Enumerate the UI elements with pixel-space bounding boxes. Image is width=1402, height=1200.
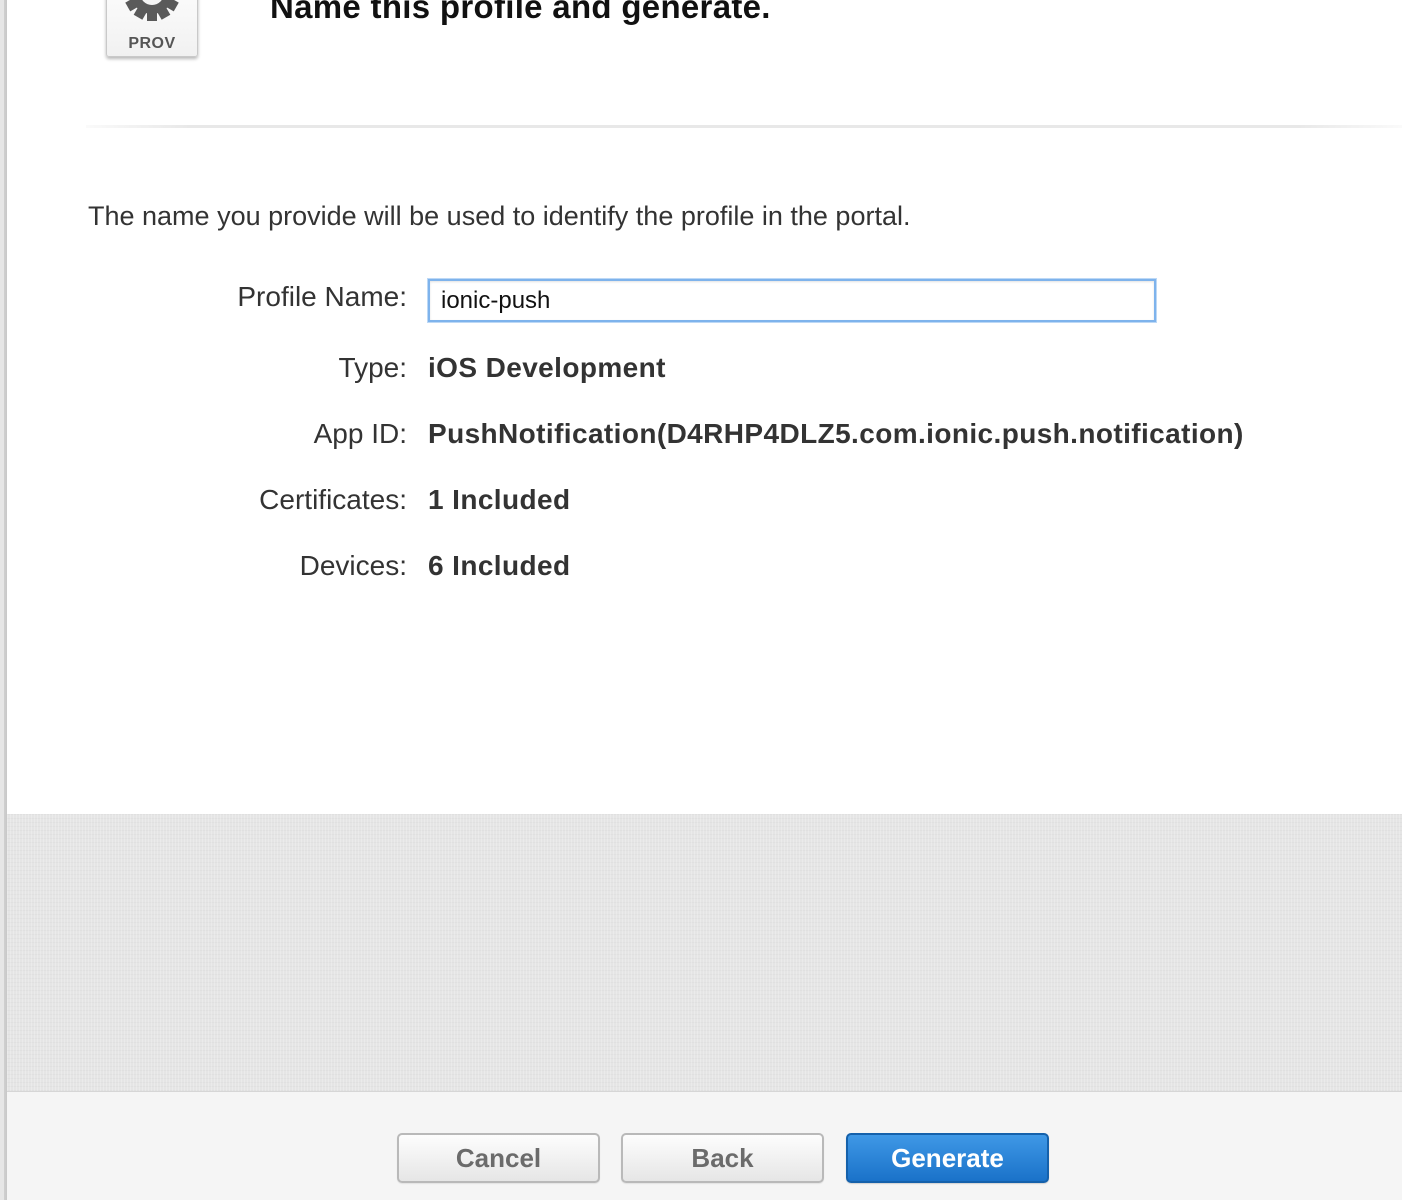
profile-name-description: The name you provide will be used to ide… — [88, 201, 911, 231]
profile-name-input[interactable] — [428, 279, 1156, 322]
certificates-value: 1 Included — [428, 484, 571, 515]
gear-icon — [125, 0, 179, 21]
content-spacer-band — [7, 814, 1402, 1091]
devices-value: 6 Included — [428, 550, 571, 581]
generate-button[interactable]: Generate — [846, 1133, 1049, 1183]
cancel-button[interactable]: Cancel — [397, 1133, 600, 1183]
app-id-label: App ID: — [313, 418, 407, 449]
devices-label: Devices: — [299, 550, 407, 581]
prov-badge-label: PROV — [128, 35, 176, 52]
type-label: Type: — [338, 352, 407, 383]
certificates-label: Certificates: — [259, 484, 407, 515]
left-border — [0, 0, 7, 1200]
page-title: Name this profile and generate. — [270, 0, 771, 25]
app-id-value: PushNotification(D4RHP4DLZ5.com.ionic.pu… — [428, 418, 1244, 449]
profile-name-label: Profile Name: — [237, 281, 407, 312]
type-value: iOS Development — [428, 352, 666, 383]
generate-profile-page: PROV Name this profile and generate. The… — [0, 0, 1402, 1200]
header-divider — [86, 125, 1402, 128]
back-button[interactable]: Back — [621, 1133, 824, 1183]
provisioning-profile-icon: PROV — [106, 0, 198, 57]
